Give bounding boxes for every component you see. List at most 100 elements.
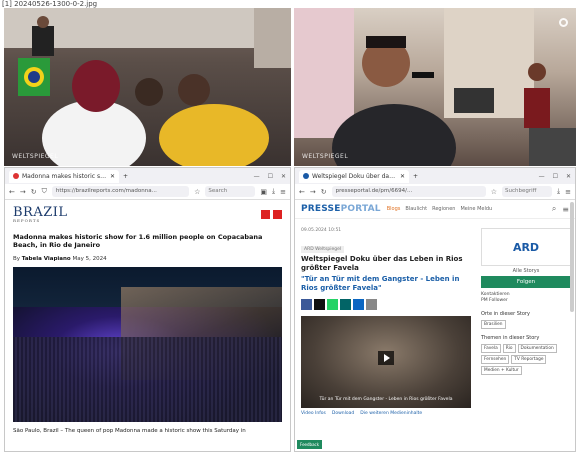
browser-window-presseportal: Weltspiegel Doku über das Leben i ✕ + — …: [294, 167, 576, 452]
story-headline: Weltspiegel Doku über das Leben in Rios …: [301, 255, 463, 273]
facebook-icon[interactable]: [301, 299, 312, 311]
play-icon[interactable]: [378, 350, 394, 365]
article-headline: Madonna makes historic show for 1.6 mill…: [13, 233, 263, 250]
nav-item[interactable]: Blaulicht: [405, 206, 427, 212]
hamburger-menu-icon[interactable]: [273, 210, 282, 219]
linkedin-icon[interactable]: [353, 299, 364, 311]
browser-tab[interactable]: Weltspiegel Doku über das Leben i ✕: [299, 169, 409, 183]
search-input[interactable]: Search: [205, 186, 256, 197]
address-bar[interactable]: https://brazilreports.com/madonna...: [51, 186, 190, 197]
logo-part-portal: PORTAL: [340, 204, 381, 214]
new-tab-icon[interactable]: +: [413, 173, 418, 180]
menu-icon[interactable]: ≡: [565, 188, 571, 196]
nav-item[interactable]: Blogs: [387, 206, 401, 212]
broadcaster-logo-icon: [559, 18, 568, 27]
forward-icon[interactable]: →: [310, 188, 316, 196]
ard-logo: ARD: [512, 240, 540, 254]
publish-date: May 5, 2024: [72, 255, 107, 262]
concert-crowd-image: [13, 266, 282, 422]
download-icon[interactable]: ⤓: [557, 187, 560, 196]
close-window-icon[interactable]: ✕: [566, 173, 571, 180]
reload-icon[interactable]: ↻: [321, 188, 327, 196]
topic-chip[interactable]: Favela: [481, 343, 501, 353]
video-caption: Tür an Tür mit dem Gangster - Leben in R…: [319, 397, 453, 403]
search-input[interactable]: Suchbegriff: [502, 186, 553, 197]
maximize-icon[interactable]: ☐: [553, 173, 558, 180]
x-icon[interactable]: [314, 299, 325, 311]
byline-prefix: By: [13, 255, 21, 262]
new-tab-icon[interactable]: +: [123, 173, 128, 180]
search-icon[interactable]: ⌕: [552, 204, 556, 214]
navigation-bar: ← → ↻ presseportal.de/pm/6694/... ☆ Such…: [295, 184, 575, 200]
share-buttons: [301, 299, 471, 311]
video-link[interactable]: Video Infos: [301, 411, 326, 416]
all-stories-link[interactable]: Alle Storys: [481, 268, 571, 274]
minimize-icon[interactable]: —: [254, 173, 260, 180]
maximize-icon[interactable]: ☐: [268, 173, 273, 180]
download-icon[interactable]: ⤓: [272, 187, 275, 196]
image-caption: [1] 20240526-1300-0-2.jpg: [2, 0, 98, 8]
nav-item[interactable]: Regionen: [432, 206, 455, 212]
followers-link[interactable]: PM Follower: [481, 298, 571, 304]
video-link[interactable]: Die weiteren Medieninhalte: [360, 411, 422, 416]
topic-chip[interactable]: Medien + Kultur: [481, 365, 522, 375]
close-window-icon[interactable]: ✕: [281, 173, 286, 180]
back-icon[interactable]: ←: [9, 188, 15, 196]
author-link[interactable]: Tabela Viapiano: [22, 256, 71, 262]
publisher-sidebar: ARD Alle Storys Folgen Kontaktieren PM F…: [481, 228, 571, 375]
follow-button[interactable]: Folgen: [481, 276, 571, 288]
search-icon[interactable]: [261, 210, 270, 219]
story-main: 09.05.2024 10:51 ARD Weltspiegel Weltspi…: [301, 228, 471, 416]
pocket-icon[interactable]: ▣: [260, 188, 267, 196]
photo-scene-right: [294, 8, 576, 166]
site-logo[interactable]: PRESSEPORTAL: [301, 204, 381, 214]
favicon-icon: [13, 173, 19, 179]
video-player[interactable]: Tür an Tür mit dem Gangster - Leben in R…: [301, 316, 471, 409]
feedback-button[interactable]: Feedback: [297, 440, 323, 449]
site-header: PRESSEPORTAL Blogs Blaulicht Regionen Me…: [295, 200, 575, 219]
site-nav: Blogs Blaulicht Regionen Meine Meldu: [387, 206, 493, 212]
bookmark-star-icon[interactable]: ☆: [194, 188, 200, 196]
scrollbar[interactable]: [570, 202, 574, 312]
logo-part-presse: PRESSE: [301, 204, 341, 214]
whatsapp-icon[interactable]: [327, 299, 338, 311]
bookmark-star-icon[interactable]: ☆: [491, 188, 497, 196]
photo-watermark-right: WELTSPIEGEL: [302, 153, 349, 160]
topic-chip[interactable]: Dokumentation: [517, 343, 557, 353]
topic-chip[interactable]: Fernsehen: [481, 354, 510, 364]
photo-singer-microphone: WELTSPIEGEL: [294, 8, 576, 166]
reload-icon[interactable]: ↻: [31, 188, 37, 196]
close-tab-icon[interactable]: ✕: [110, 173, 115, 180]
publisher-tag[interactable]: ARD Weltspiegel: [301, 246, 345, 253]
topics-heading: Themen in dieser Story: [481, 334, 540, 341]
email-icon[interactable]: [366, 299, 377, 311]
article-byline: By Tabela Viapiano May 5, 2024: [5, 250, 290, 267]
video-link[interactable]: Download: [332, 411, 354, 416]
minimize-icon[interactable]: —: [539, 173, 545, 180]
place-chip[interactable]: Brasilien: [481, 319, 506, 329]
navigation-bar: ← → ↻ ⛉ https://brazilreports.com/madonn…: [5, 184, 290, 200]
tab-title: Weltspiegel Doku über das Leben i: [312, 172, 397, 180]
video-links: Video Infos Download Die weiteren Medien…: [301, 411, 471, 416]
nav-item[interactable]: Meine Meldu: [460, 206, 492, 212]
hamburger-menu-icon[interactable]: ≡: [562, 205, 569, 214]
tab-bar: Madonna makes historic show fo ✕ + — ☐ ✕: [5, 168, 290, 184]
favicon-icon: [303, 173, 309, 179]
forward-icon[interactable]: →: [20, 188, 26, 196]
xing-icon[interactable]: [340, 299, 351, 311]
tab-bar: Weltspiegel Doku über das Leben i ✕ + — …: [295, 168, 575, 184]
publisher-logo-box[interactable]: ARD: [481, 228, 571, 266]
topic-chip[interactable]: Rio: [502, 343, 516, 353]
browser-tab[interactable]: Madonna makes historic show fo ✕: [9, 169, 119, 183]
shield-icon[interactable]: ⛉: [42, 187, 47, 196]
site-logo[interactable]: BRAZIL REPORTS: [13, 206, 68, 223]
places-heading: Orte in dieser Story: [481, 310, 530, 317]
article-body: São Paulo, Brazil – The queen of pop Mad…: [13, 427, 246, 434]
close-tab-icon[interactable]: ✕: [400, 173, 405, 180]
back-icon[interactable]: ←: [299, 188, 305, 196]
topic-chip[interactable]: TV Reportage: [511, 354, 547, 364]
address-bar[interactable]: presseportal.de/pm/6694/...: [331, 186, 486, 197]
menu-icon[interactable]: ≡: [280, 188, 286, 196]
photo-church-congregation: WELTSPIEGEL: [4, 8, 291, 166]
photo-scene-left: [4, 8, 291, 166]
